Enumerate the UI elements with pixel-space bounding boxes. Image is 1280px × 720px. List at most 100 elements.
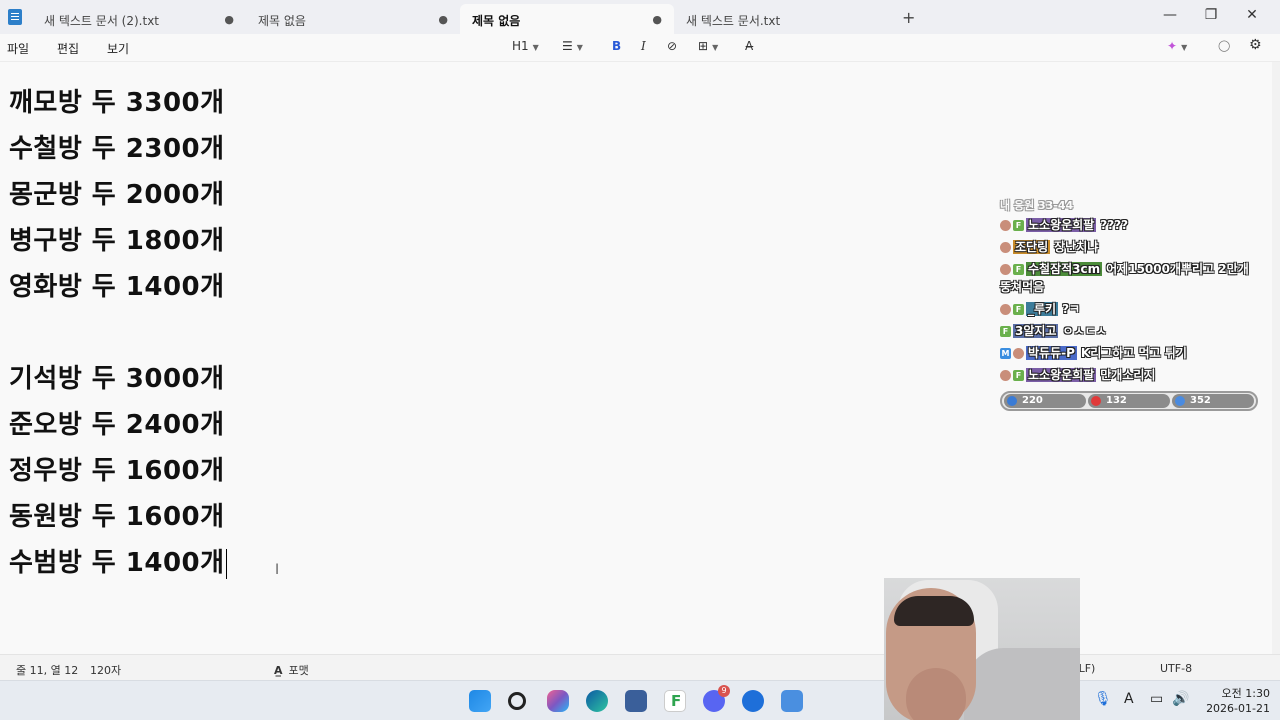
start-icon[interactable]: [469, 690, 491, 712]
list-dropdown[interactable]: ☰ ▼: [562, 39, 583, 53]
bing-icon[interactable]: [742, 690, 764, 712]
webcam-background: [964, 648, 1080, 720]
volume-icon[interactable]: 🔊: [1172, 691, 1189, 707]
maximize-button[interactable]: ❐: [1201, 7, 1221, 23]
avatar-icon: [1000, 304, 1011, 315]
taskbar: F 9 ^ 🎙 A ▭ 🔊 오전 1:30 2026-01-21: [0, 680, 1280, 720]
new-tab-button[interactable]: +: [902, 8, 915, 27]
heading-dropdown[interactable]: H1 ▼: [512, 39, 539, 53]
viewer-stats-bar: 220 132 352: [1000, 391, 1258, 411]
copilot-icon: ✦: [1167, 39, 1178, 53]
fan-badge-icon: F: [1000, 326, 1011, 337]
copilot-icon[interactable]: [547, 690, 569, 712]
minimize-button[interactable]: —: [1160, 7, 1180, 23]
tab-label: 새 텍스트 문서.txt: [686, 14, 781, 28]
tab-untitled-active[interactable]: 제목 없음 ●: [460, 4, 674, 34]
stat-value: 220: [1022, 395, 1043, 406]
file-explorer-icon[interactable]: [625, 690, 647, 712]
tab-text-doc-2[interactable]: 새 텍스트 문서 (2).txt ●: [32, 4, 246, 34]
stat-pill: 220: [1004, 394, 1086, 408]
document-line: 영화방 두 1400개: [9, 272, 225, 302]
menu-bar: 파일 편집 보기 H1 ▼ ☰ ▼ B I ⊘ ⊞ ▼ A̶ ✦ ▼ ◯ ⚙: [0, 34, 1280, 62]
microphone-icon[interactable]: 🎙: [1094, 691, 1112, 707]
notepad-icon: [8, 9, 22, 25]
bold-button[interactable]: B: [612, 39, 621, 53]
tab-untitled-1[interactable]: 제목 없음 ●: [246, 4, 460, 34]
chevron-down-icon: ▼: [1181, 43, 1188, 52]
document-line: 병구방 두 1800개: [9, 226, 225, 256]
chat-text: 장난치냐: [1054, 240, 1099, 254]
unsaved-dot-icon: ●: [224, 13, 234, 26]
chat-message: M 박듀듀-P K리그하고 먹고 튀기: [1000, 342, 1260, 364]
chat-text: ?ㅋ: [1062, 302, 1081, 316]
account-icon[interactable]: ◯: [1218, 39, 1230, 52]
settings-icon[interactable]: ⚙: [1249, 37, 1262, 53]
discord-icon[interactable]: 9: [703, 685, 730, 712]
menu-file[interactable]: 파일: [7, 40, 29, 57]
search-icon[interactable]: [508, 692, 526, 710]
chat-username: 박듀듀-P: [1026, 346, 1077, 360]
clear-format-icon[interactable]: A̶: [745, 39, 753, 53]
streamer-hand: [906, 668, 966, 720]
chat-username: 수철잠적3cm: [1026, 262, 1103, 276]
status-bar: 줄 11, 열 12 120자 A̲포맷 ows (CRLF) UTF-8: [0, 654, 1280, 680]
edge-icon[interactable]: [586, 690, 608, 712]
chat-username: 노소왕운희팔: [1026, 218, 1097, 232]
title-bar: 새 텍스트 문서 (2).txt ● 제목 없음 ● 제목 없음 ● 새 텍스트…: [0, 0, 1280, 34]
stat-value: 352: [1190, 395, 1211, 406]
table-dropdown[interactable]: ⊞ ▼: [698, 39, 718, 53]
avatar-icon: [1000, 220, 1011, 231]
chat-message: F 3알지고 ㅇㅅㄷㅅ: [1000, 320, 1260, 342]
vertical-scrollbar[interactable]: [1272, 62, 1280, 654]
format-icon: A̲: [274, 664, 283, 677]
tab-label: 제목 없음: [472, 14, 521, 28]
encoding[interactable]: UTF-8: [1160, 662, 1192, 675]
chat-text: ????: [1100, 218, 1129, 232]
stat-pill: 352: [1172, 394, 1254, 408]
text-caret: [225, 548, 228, 579]
menu-view[interactable]: 보기: [107, 40, 129, 57]
unsaved-dot-icon: ●: [652, 13, 662, 26]
tab-text-doc[interactable]: 새 텍스트 문서.txt: [674, 4, 888, 34]
clock-time: 오전 1:30: [1221, 687, 1270, 700]
tab-label: 제목 없음: [258, 14, 306, 28]
avatar-icon: [1000, 264, 1011, 275]
document-line-last: 수범방 두 1400개: [9, 542, 228, 579]
document-line: 동원방 두 1600개: [9, 502, 225, 532]
ibeam-cursor-icon: I: [275, 562, 280, 578]
chevron-down-icon: ▼: [576, 43, 583, 52]
notification-badge: 9: [718, 685, 730, 697]
copilot-dropdown[interactable]: ✦ ▼: [1167, 39, 1187, 53]
document-line: 수철방 두 2300개: [9, 134, 225, 164]
fan-badge-icon: F: [1013, 370, 1024, 381]
chat-message: F _루키 ?ㅋ: [1000, 298, 1260, 320]
menu-edit[interactable]: 편집: [57, 40, 79, 57]
clock-date: 2026-01-21: [1206, 702, 1270, 715]
stat-value: 132: [1106, 395, 1127, 406]
chat-username: 3알지고: [1013, 324, 1059, 338]
document-line-text: 수범방 두 1400개: [9, 548, 225, 578]
stat-pill: 132: [1088, 394, 1170, 408]
chat-username: 노소왕운희팔: [1026, 368, 1097, 382]
close-button[interactable]: ✕: [1242, 7, 1262, 23]
network-icon[interactable]: ▭: [1150, 691, 1163, 707]
italic-button[interactable]: I: [641, 39, 646, 53]
avatar-icon: [1000, 370, 1011, 381]
clock[interactable]: 오전 1:30 2026-01-21: [1206, 686, 1270, 716]
notepad-taskbar-icon[interactable]: [781, 690, 803, 712]
format-toggle[interactable]: A̲ 포맷: [274, 662, 309, 678]
chat-message: F 노소왕운희팔 만개소리지: [1000, 364, 1260, 386]
char-count: 120자: [90, 664, 122, 677]
tab-label: 새 텍스트 문서 (2).txt: [44, 14, 160, 28]
chat-message: F 노소왕운희팔????: [1000, 214, 1260, 236]
language-icon[interactable]: A: [1124, 691, 1134, 707]
chat-text: 만개소리지: [1100, 368, 1156, 382]
heading-label: H1: [512, 39, 529, 53]
viewer-icon: [1007, 396, 1017, 406]
chat-text: K리그하고 먹고 튀기: [1080, 346, 1187, 360]
chevron-down-icon: ▼: [532, 43, 539, 52]
cursor-position: 줄 11, 열 12: [16, 664, 79, 677]
app-f-icon[interactable]: F: [664, 690, 686, 712]
list-icon: ☰: [562, 39, 573, 53]
link-icon[interactable]: ⊘: [667, 39, 677, 53]
